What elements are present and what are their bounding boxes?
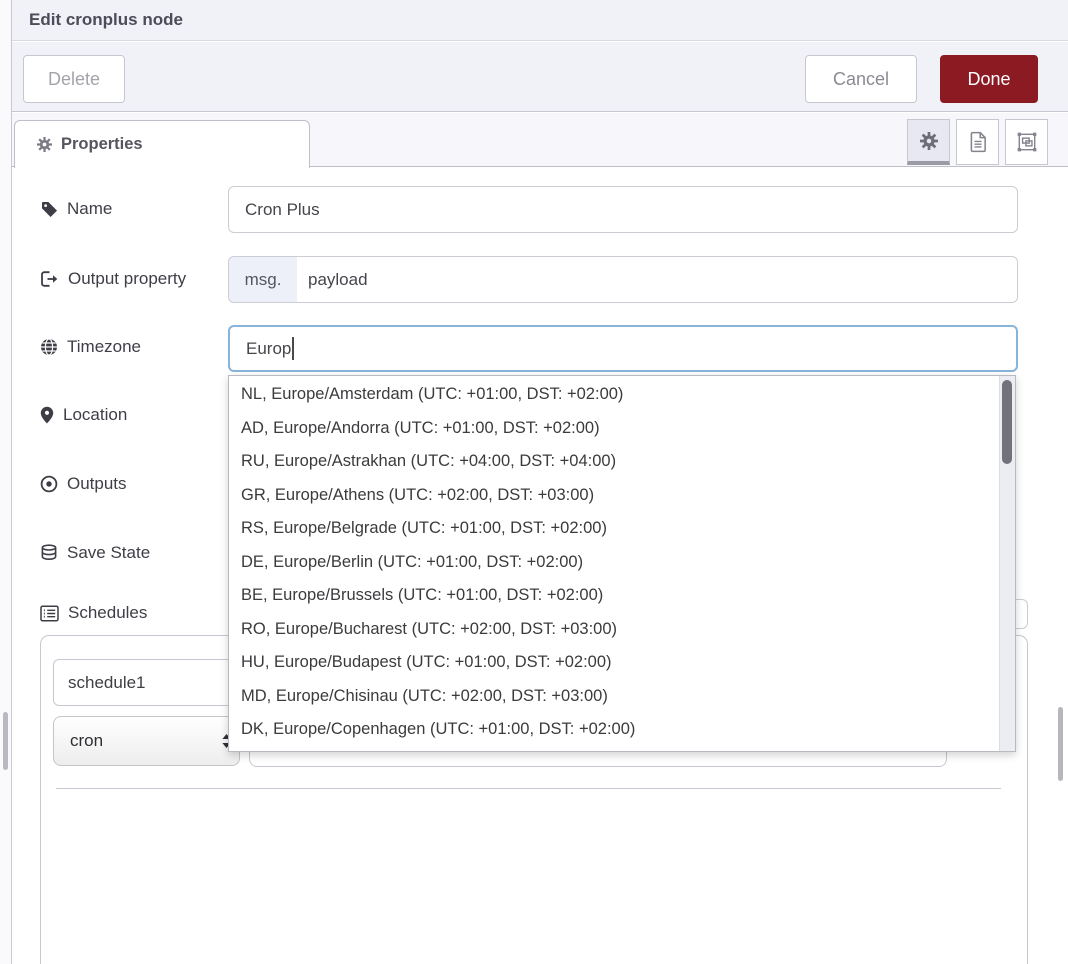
save-state-label-row: Save State (40, 540, 150, 566)
timezone-option[interactable]: MD, Europe/Chisinau (UTC: +02:00, DST: +… (229, 680, 999, 714)
gear-icon (37, 137, 52, 152)
gear-icon (920, 132, 938, 150)
msg-prefix[interactable]: msg. (229, 257, 297, 302)
dialog-toolbar: Delete Cancel Done (12, 42, 1068, 112)
done-button[interactable]: Done (940, 55, 1038, 103)
timezone-input[interactable]: Europ (228, 325, 1018, 372)
timezone-dropdown: NL, Europe/Amsterdam (UTC: +01:00, DST: … (228, 375, 1016, 752)
properties-tab-button[interactable] (907, 119, 950, 165)
timezone-option[interactable]: RS, Europe/Belgrade (UTC: +01:00, DST: +… (229, 512, 999, 546)
document-icon (968, 131, 988, 153)
dialog-scrollbar-thumb[interactable] (1058, 707, 1063, 781)
name-label: Name (67, 199, 112, 219)
timezone-option[interactable]: RU, Europe/Astrakhan (UTC: +04:00, DST: … (229, 445, 999, 479)
text-caret (292, 337, 294, 360)
timezone-option[interactable]: AD, Europe/Andorra (UTC: +01:00, DST: +0… (229, 412, 999, 446)
dialog-header: Edit cronplus node (12, 0, 1068, 41)
schedules-label-row: Schedules (40, 600, 147, 626)
workspace-scrollbar-thumb[interactable] (3, 712, 8, 770)
timezone-option[interactable]: IE, Europe/Dublin (UTC: +00:00, DST: +01… (229, 747, 999, 753)
timezone-option[interactable]: DE, Europe/Berlin (UTC: +01:00, DST: +02… (229, 546, 999, 580)
sign-out-icon (40, 270, 59, 288)
dot-circle-icon (40, 475, 58, 493)
tag-icon (40, 200, 58, 218)
save-state-label: Save State (67, 543, 150, 563)
dialog-title: Edit cronplus node (29, 10, 183, 30)
appearance-icon (1016, 131, 1038, 153)
location-label: Location (63, 405, 127, 425)
timezone-option[interactable]: NL, Europe/Amsterdam (UTC: +01:00, DST: … (229, 378, 999, 412)
delete-button[interactable]: Delete (23, 55, 125, 103)
schedule-divider (56, 788, 1001, 789)
globe-icon (40, 338, 58, 356)
output-property-input[interactable]: msg. payload (228, 256, 1018, 303)
output-property-label: Output property (68, 269, 186, 289)
timezone-option[interactable]: GR, Europe/Athens (UTC: +02:00, DST: +03… (229, 479, 999, 513)
outputs-label: Outputs (67, 474, 127, 494)
schedule-type-value: cron (70, 731, 103, 751)
dropdown-scrollbar-thumb[interactable] (1002, 380, 1012, 464)
edit-node-tray: Edit cronplus node Delete Cancel Done Pr… (0, 0, 1068, 964)
timezone-option[interactable]: DK, Europe/Copenhagen (UTC: +01:00, DST:… (229, 713, 999, 747)
edit-dialog: Edit cronplus node Delete Cancel Done Pr… (12, 0, 1068, 964)
timezone-value: Europ (230, 339, 291, 359)
appearance-tab-button[interactable] (1005, 119, 1048, 165)
name-input[interactable]: Cron Plus (228, 186, 1018, 233)
name-label-row: Name (40, 196, 112, 222)
timezone-option-list: NL, Europe/Amsterdam (UTC: +01:00, DST: … (229, 378, 999, 752)
dropdown-scrollbar-track[interactable] (999, 376, 1015, 751)
output-property-label-row: Output property (40, 266, 186, 292)
output-property-value: payload (297, 270, 368, 290)
timezone-option[interactable]: HU, Europe/Budapest (UTC: +01:00, DST: +… (229, 646, 999, 680)
description-tab-button[interactable] (956, 119, 999, 165)
schedules-label: Schedules (68, 603, 147, 623)
map-marker-icon (40, 406, 54, 424)
tab-properties-label: Properties (61, 135, 143, 154)
schedule-name-value: schedule1 (68, 673, 146, 693)
cancel-button[interactable]: Cancel (805, 55, 917, 103)
list-alt-icon (40, 605, 59, 622)
outputs-label-row: Outputs (40, 471, 127, 497)
name-value: Cron Plus (229, 200, 320, 220)
properties-form: Name Cron Plus Output property msg. payl… (12, 168, 1068, 964)
timezone-option[interactable]: BE, Europe/Brussels (UTC: +01:00, DST: +… (229, 579, 999, 613)
editor-tab-bar: Properties (12, 113, 1068, 167)
timezone-option[interactable]: RO, Europe/Bucharest (UTC: +02:00, DST: … (229, 613, 999, 647)
schedule-type-select[interactable]: cron (53, 716, 240, 766)
timezone-label: Timezone (67, 337, 141, 357)
timezone-label-row: Timezone (40, 334, 141, 360)
location-label-row: Location (40, 402, 127, 428)
database-icon (40, 544, 58, 562)
workspace-edge (0, 0, 12, 964)
tab-properties[interactable]: Properties (14, 120, 310, 168)
